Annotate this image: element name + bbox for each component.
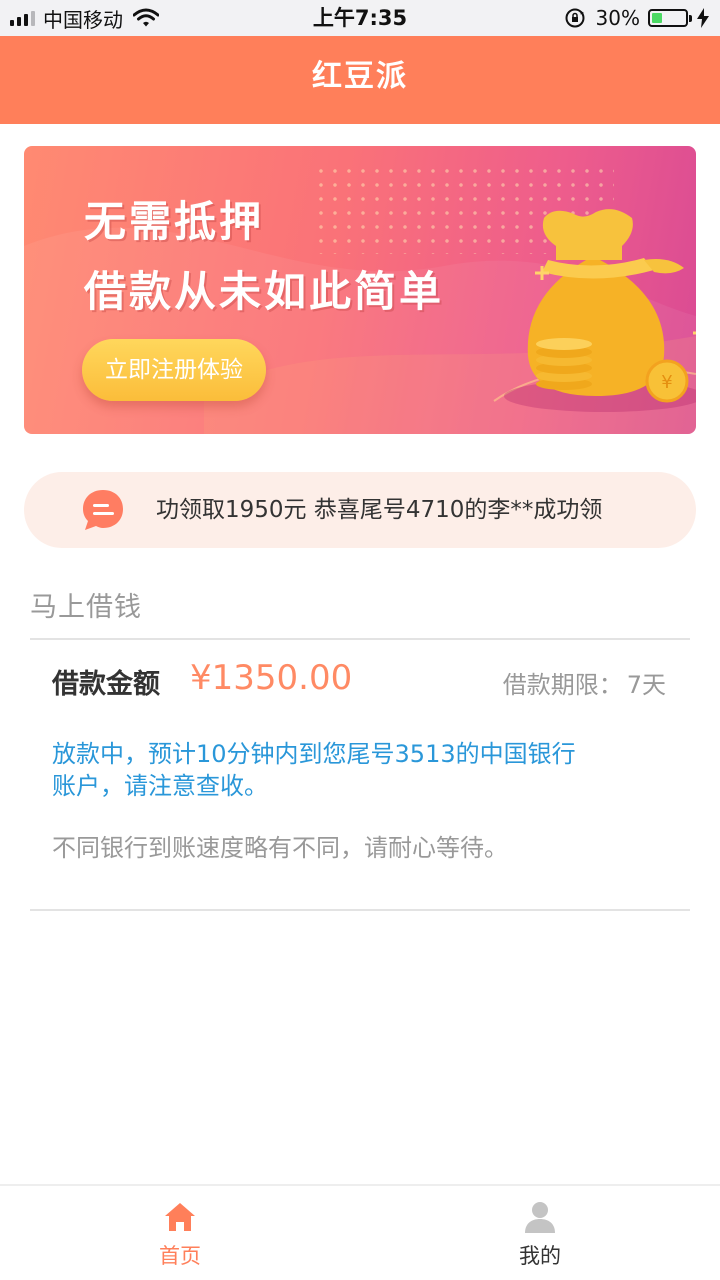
arrival-hint: 不同银行到账速度略有不同，请耐心等待。 xyxy=(52,834,508,862)
divider xyxy=(30,638,690,640)
divider xyxy=(30,909,690,911)
promo-banner[interactable]: 无需抵押 借款从未如此简单 立即注册体验 ¥ xyxy=(24,146,696,434)
loan-term-label: 借款期限： xyxy=(502,671,623,699)
status-bar: 中国移动 上午7:35 30% xyxy=(0,0,720,36)
notice-marquee: 功领取1950元 恭喜尾号4710的李**成功领 xyxy=(24,472,696,548)
loan-term: 借款期限： 7天 xyxy=(503,665,666,700)
user-icon xyxy=(525,1202,555,1233)
register-button[interactable]: 立即注册体验 xyxy=(82,339,266,401)
notice-text: 功领取1950元 恭喜尾号4710的李**成功领 xyxy=(156,497,603,523)
charging-icon xyxy=(697,8,709,28)
money-bag-icon: ¥ xyxy=(504,209,696,412)
tab-bar: 首页 我的 xyxy=(0,1184,720,1280)
loan-amount-value: ¥1350.00 xyxy=(190,658,353,698)
svg-text:¥: ¥ xyxy=(661,372,672,393)
section-title: 马上借钱 xyxy=(30,592,142,623)
rotation-lock-icon xyxy=(565,8,585,28)
app-header: 红豆派 xyxy=(0,36,720,124)
banner-headline-1: 无需抵押 xyxy=(84,197,265,246)
battery-icon xyxy=(648,9,692,27)
page-title: 红豆派 xyxy=(312,59,408,94)
home-icon xyxy=(165,1203,195,1231)
loan-term-value: 7天 xyxy=(626,671,666,699)
tab-mine[interactable]: 我的 xyxy=(360,1186,720,1280)
loan-amount-label: 借款金额 xyxy=(52,669,160,700)
notice-track: 功领取1950元 恭喜尾号4710的李**成功领 xyxy=(156,472,632,548)
battery-percent: 30% xyxy=(595,6,640,30)
tab-home[interactable]: 首页 xyxy=(0,1186,360,1280)
message-bubble-icon xyxy=(83,490,123,530)
battery-level xyxy=(652,13,662,23)
tab-home-label: 首页 xyxy=(159,1244,201,1268)
disbursement-status: 放款中，预计10分钟内到您尾号3513的中国银行账户，请注意查收。 xyxy=(52,740,576,800)
banner-headline-2: 借款从未如此简单 xyxy=(84,267,445,316)
tab-mine-label: 我的 xyxy=(519,1244,561,1268)
status-right: 30% xyxy=(564,5,710,31)
